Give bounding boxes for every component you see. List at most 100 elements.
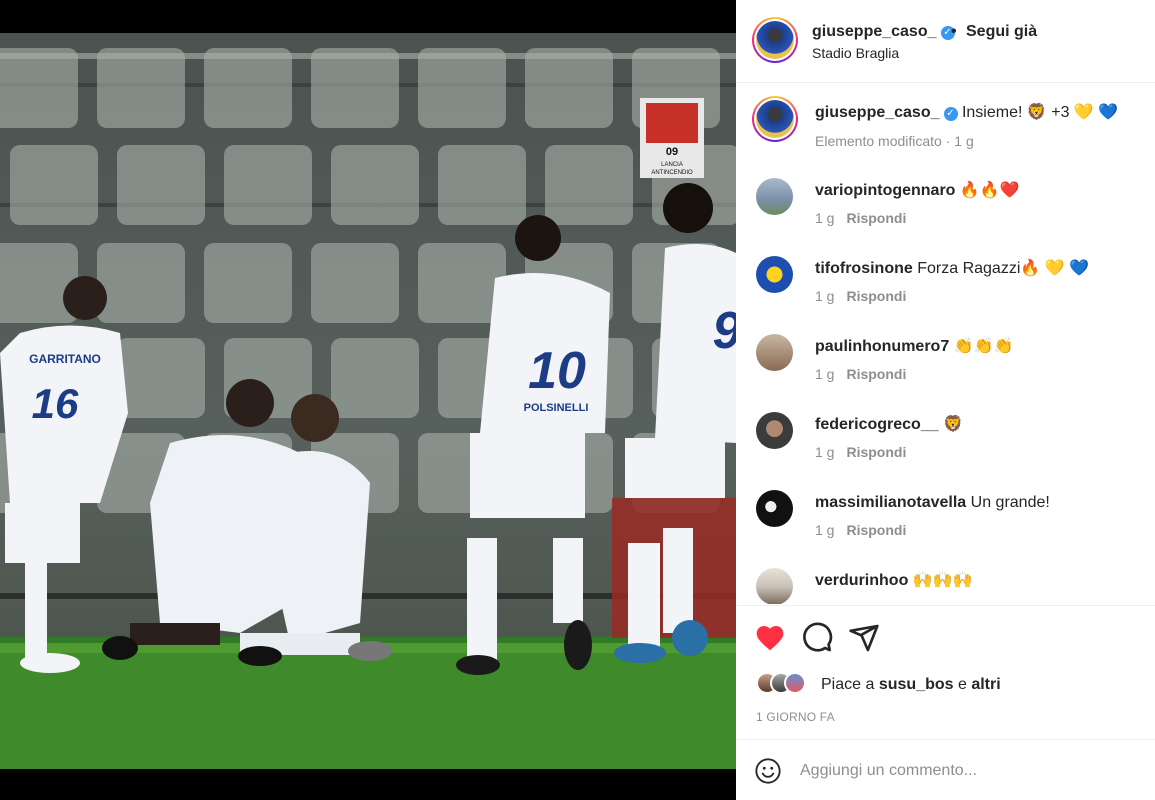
reply-button[interactable]: Rispondi: [846, 288, 906, 304]
comment-username[interactable]: tifofrosinone: [815, 260, 913, 277]
comment-text-row: paulinhonumero7 👏👏👏: [815, 337, 1013, 357]
comment-text: Forza Ragazzi🔥 💛 💙: [917, 260, 1090, 277]
comment-username[interactable]: paulinhonumero7: [815, 338, 949, 355]
liker-username[interactable]: susu_bos: [879, 676, 954, 693]
liker-avatar: [784, 672, 806, 694]
comment-text-row: federicogreco__ 🦁: [815, 415, 963, 435]
comment-time: 1 g: [815, 444, 835, 460]
likes-joiner: e: [957, 676, 967, 693]
comment-input[interactable]: [800, 758, 1120, 784]
comment-text-row: massimilianotavella Un grande!: [815, 493, 1050, 513]
post-photo[interactable]: 09 LANCIA ANTINCENDIO 16 GARRITANO 10 PO…: [0, 33, 736, 769]
post-actions: Piace a susu_bos e altri 1 GIORNO FA: [736, 605, 1155, 739]
player-number-10: 10: [528, 342, 586, 400]
stadium-seat: [117, 338, 205, 418]
post-location[interactable]: Stadio Braglia: [812, 45, 899, 61]
comment-item: federicogreco__ 🦁 1 g Rispondi: [736, 404, 1155, 482]
stadium-seat: [117, 145, 205, 225]
comment-text: 🙌🙌🙌: [912, 572, 973, 589]
comment-text: Un grande!: [970, 494, 1050, 511]
stadium-seat: [545, 145, 633, 225]
stadium-seat: [204, 48, 292, 128]
comment-icon[interactable]: [801, 622, 833, 654]
caption-text-row: giuseppe_caso_ ✓ Insieme! 🦁 +3 💛 💙: [815, 103, 1118, 123]
stadium-seat: [438, 145, 526, 225]
post-panel: giuseppe_caso_ ✓ • Segui già Stadio Bragl…: [736, 0, 1155, 800]
comment-username[interactable]: verdurinhoo: [815, 572, 908, 589]
comments-list[interactable]: giuseppe_caso_ ✓ Insieme! 🦁 +3 💛 💙 Elemen…: [736, 84, 1155, 604]
stadium-seat: [311, 48, 399, 128]
comment-text: 🔥🔥❤️: [959, 182, 1020, 199]
post-photo-pane: 09 LANCIA ANTINCENDIO 16 GARRITANO 10 PO…: [0, 0, 736, 800]
reply-button[interactable]: Rispondi: [846, 444, 906, 460]
comment-item: verdurinhoo 🙌🙌🙌: [736, 560, 1155, 604]
stadium-seat: [10, 145, 98, 225]
comment-text: 👏👏👏: [953, 338, 1014, 355]
comment-text: 🦁: [943, 416, 963, 433]
comment-time: 1 g: [815, 366, 835, 382]
comment-text-row: variopintogennaro 🔥🔥❤️: [815, 181, 1020, 201]
comment-meta: 1 g Rispondi: [815, 522, 906, 538]
heart-icon[interactable]: [754, 622, 786, 654]
commenter-avatar[interactable]: [756, 412, 793, 449]
player-number-9: 9: [713, 302, 736, 360]
author-username[interactable]: giuseppe_caso_ ✓: [812, 23, 955, 41]
stadium-seat: [331, 145, 419, 225]
stadium-seat: [418, 48, 506, 128]
comment-time: 1 g: [815, 522, 835, 538]
sign-text-1: LANCIA: [661, 162, 683, 168]
commenter-avatar[interactable]: [756, 256, 793, 293]
comment-text-row: verdurinhoo 🙌🙌🙌: [815, 571, 973, 591]
comment-meta: 1 g Rispondi: [815, 366, 906, 382]
caption-text: Insieme! 🦁 +3 💛 💙: [961, 104, 1119, 121]
likers-avatars[interactable]: [756, 670, 816, 698]
stadium-seat: [311, 243, 399, 323]
comment-time: 1 g: [815, 210, 835, 226]
comment-item: tifofrosinone Forza Ragazzi🔥 💛 💙 1 g Risp…: [736, 248, 1155, 326]
post-header: giuseppe_caso_ ✓ • Segui già Stadio Bragl…: [736, 0, 1155, 83]
sign-number: 09: [666, 146, 678, 158]
caption: giuseppe_caso_ ✓ Insieme! 🦁 +3 💛 💙 Elemen…: [736, 84, 1155, 164]
player-name-garritano: GARRITANO: [29, 352, 101, 366]
comment-username[interactable]: federicogreco__: [815, 416, 939, 433]
stadium-seat: [525, 48, 613, 128]
player-number-16: 16: [32, 380, 79, 427]
likes-summary: Piace a susu_bos e altri: [821, 676, 1001, 694]
comment-item: paulinhonumero7 👏👏👏 1 g Rispondi: [736, 326, 1155, 404]
stadium-seat: [224, 145, 312, 225]
commenter-avatar[interactable]: [756, 334, 793, 371]
author-username-text[interactable]: giuseppe_caso_: [812, 23, 937, 40]
emoji-icon[interactable]: [754, 757, 782, 785]
add-comment-bar: [736, 739, 1155, 800]
comment-username[interactable]: massimilianotavella: [815, 494, 966, 511]
stadium-seat: [0, 243, 78, 323]
post-timestamp[interactable]: 1 GIORNO FA: [756, 710, 835, 724]
stadium-seat: [204, 243, 292, 323]
commenter-avatar[interactable]: [756, 568, 793, 604]
caption-username[interactable]: giuseppe_caso_: [815, 104, 940, 121]
likes-prefix: Piace a: [821, 676, 875, 693]
comment-text-row: tifofrosinone Forza Ragazzi🔥 💛 💙: [815, 259, 1089, 279]
caption-avatar[interactable]: [752, 96, 798, 142]
commenter-avatar[interactable]: [756, 178, 793, 215]
player-sponsor: POLSINELLI: [524, 402, 589, 414]
reply-button[interactable]: Rispondi: [846, 366, 906, 382]
comment-meta: 1 g Rispondi: [815, 210, 906, 226]
following-button[interactable]: Segui già: [966, 23, 1037, 41]
commenter-avatar[interactable]: [756, 490, 793, 527]
stadium-seat: [97, 48, 185, 128]
likes-others-link[interactable]: altri: [971, 676, 1000, 693]
comment-username[interactable]: variopintogennaro: [815, 182, 955, 199]
stadium-seat: [97, 243, 185, 323]
reply-button[interactable]: Rispondi: [846, 522, 906, 538]
share-icon[interactable]: [848, 622, 880, 654]
caption-meta: Elemento modificato · 1 g: [815, 133, 974, 149]
comment-time: 1 g: [815, 288, 835, 304]
comment-meta: 1 g Rispondi: [815, 444, 906, 460]
author-avatar[interactable]: [752, 17, 798, 63]
sign-text-2: ANTINCENDIO: [651, 170, 693, 176]
stadium-seat: [331, 338, 419, 418]
comment-item: variopintogennaro 🔥🔥❤️ 1 g Rispondi: [736, 170, 1155, 248]
header-separator: •: [951, 23, 957, 40]
reply-button[interactable]: Rispondi: [846, 210, 906, 226]
